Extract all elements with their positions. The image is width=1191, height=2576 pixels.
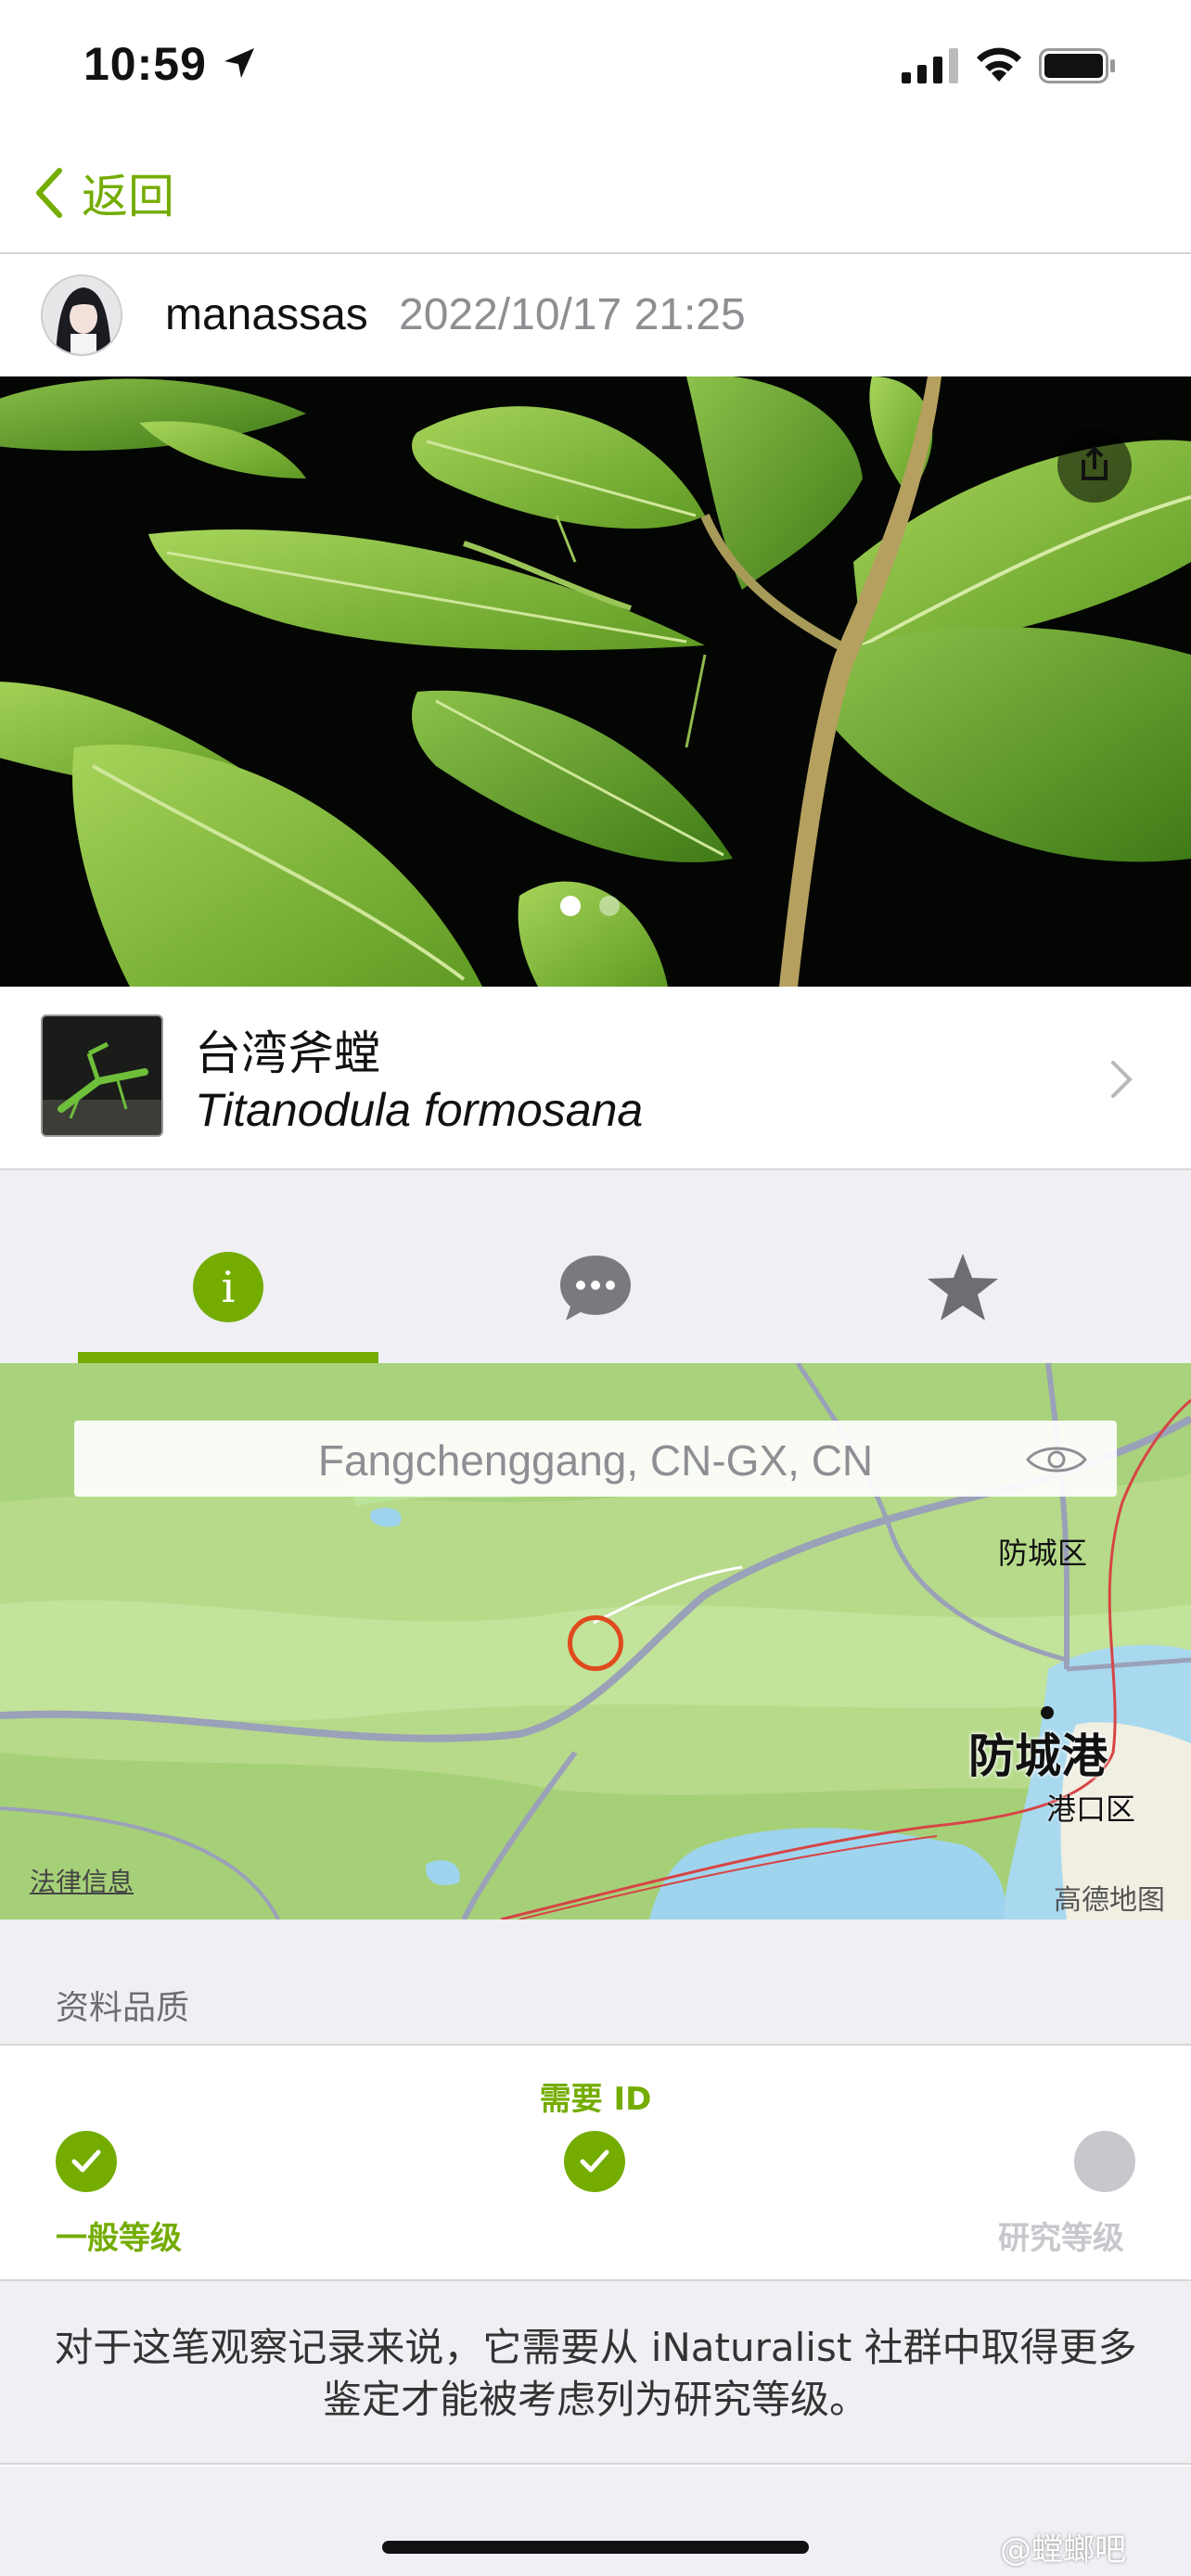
home-indicator[interactable] <box>382 2541 809 2554</box>
observation-date: 2022/10/17 21:25 <box>399 290 746 339</box>
username[interactable]: manassas <box>165 289 368 340</box>
location-arrow-icon <box>224 48 254 78</box>
checkmark-icon <box>580 2149 609 2173</box>
casual-grade-indicator <box>56 2131 117 2192</box>
battery-icon <box>1039 48 1115 83</box>
share-icon <box>1082 446 1108 480</box>
cellular-signal-icon <box>902 48 958 83</box>
casual-grade-label: 一般等级 <box>56 2220 182 2257</box>
data-quality-description: 对于这笔观察记录来说，它需要从 iNaturalist 社群中取得更多鉴定才能被… <box>54 2325 1137 2422</box>
taxon-row[interactable]: 台湾斧螳 Titanodula formosana <box>0 987 1191 1170</box>
research-grade-label: 研究等级 <box>998 2220 1124 2257</box>
checkmark-icon <box>71 2149 101 2173</box>
photo-page-indicator[interactable] <box>560 896 620 916</box>
svg-text:i: i <box>222 1262 236 1312</box>
bottom-area: @螳螂吧 <box>0 2467 1191 2576</box>
map-label-district: 防城区 <box>998 1536 1088 1571</box>
chevron-right-icon <box>1111 1061 1133 1098</box>
map-provider-logo: 高德地图 <box>1054 1884 1165 1917</box>
status-bar: 10:59 <box>0 0 1191 130</box>
page-dot[interactable] <box>560 896 581 916</box>
avatar-image <box>43 276 121 354</box>
observer-row[interactable]: manassas 2022/10/17 21:25 <box>0 256 1191 376</box>
info-icon: i <box>193 1252 263 1322</box>
detail-tab-bar: i <box>0 1170 1191 1363</box>
comment-icon <box>560 1256 631 1320</box>
place-guess-text: Fangchenggang, CN-GX, CN <box>317 1436 874 1485</box>
active-tab-indicator <box>78 1352 378 1363</box>
data-quality-section-header: 资料品质 <box>0 1919 1191 2044</box>
needs-id-label: 需要 ID <box>539 2081 652 2118</box>
city-marker <box>1041 1706 1054 1719</box>
observation-location-marker[interactable] <box>568 1615 623 1671</box>
wifi-icon <box>977 47 1021 82</box>
taxon-common-name: 台湾斧螳 <box>195 1027 380 1080</box>
observation-map[interactable]: Fangchenggang, CN-GX, CN 防城区 防城港 港口区 法律信… <box>0 1363 1191 1919</box>
back-button[interactable]: 返回 <box>33 163 174 223</box>
chevron-left-icon <box>36 168 62 218</box>
data-quality-description-area: 对于这笔观察记录来说，它需要从 iNaturalist 社群中取得更多鉴定才能被… <box>0 2281 1191 2465</box>
map-legal-link[interactable]: 法律信息 <box>30 1862 134 1899</box>
taxon-thumbnail <box>41 1014 163 1137</box>
watermark: @螳螂吧 <box>1000 2531 1126 2569</box>
eye-icon[interactable] <box>1024 1441 1089 1478</box>
star-icon <box>928 1254 998 1320</box>
tab-favorites[interactable] <box>824 1170 1102 1363</box>
data-quality-meter: 需要 ID 一般等级 研究等级 <box>0 2044 1191 2281</box>
back-label: 返回 <box>82 170 174 223</box>
place-guess-bar[interactable]: Fangchenggang, CN-GX, CN <box>74 1421 1117 1497</box>
navigation-bar: 返回 <box>0 130 1191 254</box>
share-button[interactable] <box>1057 428 1132 503</box>
tab-activity[interactable] <box>456 1170 735 1363</box>
research-grade-indicator <box>1074 2131 1135 2192</box>
needs-id-indicator <box>564 2131 625 2192</box>
map-label-city: 防城港 <box>968 1729 1108 1783</box>
taxon-scientific-name: Titanodula formosana <box>195 1084 644 1136</box>
tab-info[interactable]: i <box>89 1170 367 1363</box>
avatar[interactable] <box>41 274 122 356</box>
map-label-district: 港口区 <box>1046 1792 1136 1827</box>
data-quality-title: 资料品质 <box>56 1989 190 2027</box>
page-dot[interactable] <box>599 896 620 916</box>
observation-photo[interactable] <box>0 376 1191 987</box>
status-time: 10:59 <box>83 38 207 90</box>
taxon-image <box>43 1016 161 1135</box>
